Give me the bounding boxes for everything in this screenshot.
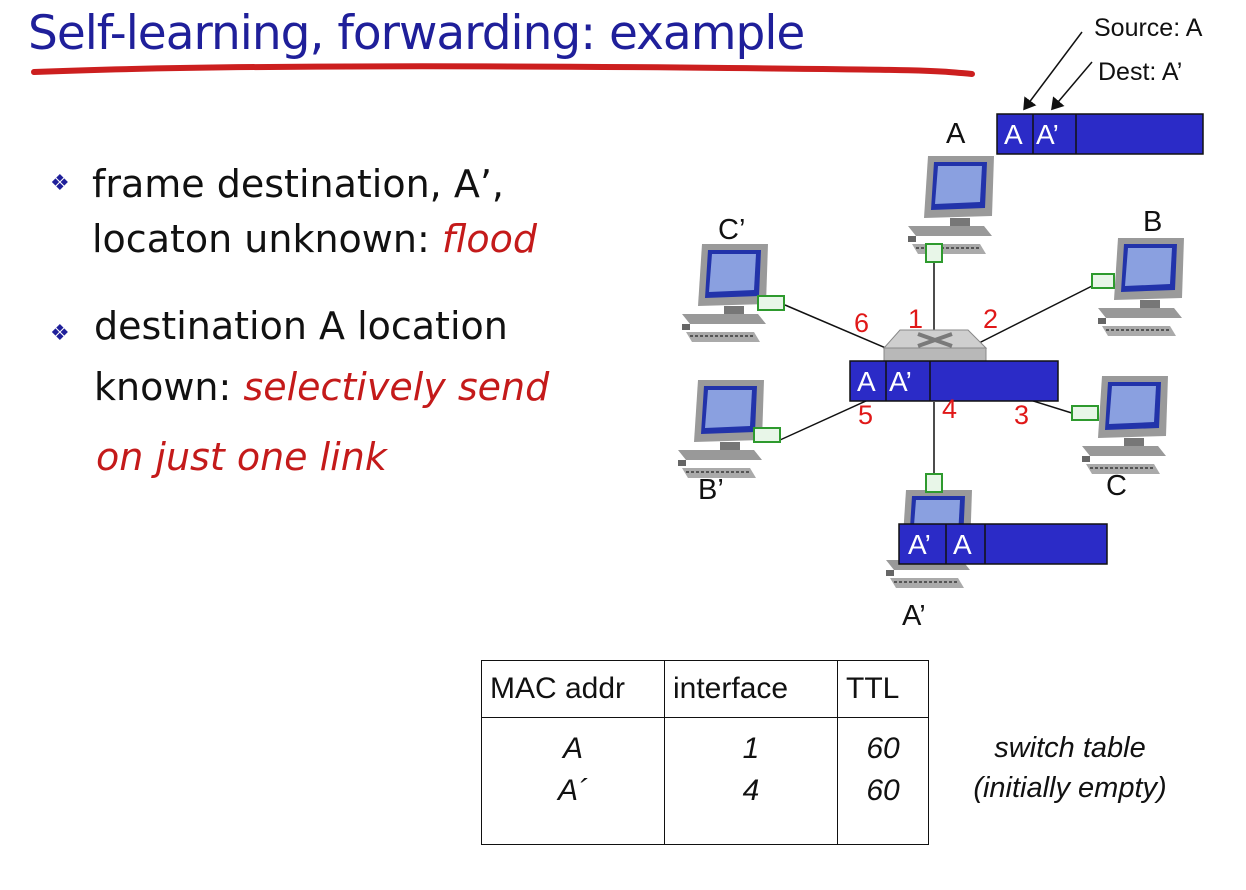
host-label-c: C <box>1106 470 1127 502</box>
frame-bottom-src: A’ <box>908 529 931 560</box>
port-label-6: 6 <box>854 308 870 338</box>
table-row: A´ 4 60 <box>481 774 929 845</box>
computer-icon <box>907 155 995 255</box>
port-label-4: 4 <box>942 394 958 424</box>
dest-annotation: Dest: A’ <box>1098 58 1183 86</box>
host-label-b: B <box>1143 206 1163 238</box>
frame-bottom-dst: A <box>953 529 972 560</box>
computer-icon <box>681 243 769 343</box>
frame-top-dst: A’ <box>1036 119 1059 150</box>
cell-interface: 1 <box>664 717 838 774</box>
host-label-c-prime: C’ <box>718 214 746 246</box>
caption-line-2: (initially empty) <box>973 772 1167 804</box>
switch-table: MAC addr interface TTL A 1 60 A´ 4 60 <box>481 660 929 845</box>
dest-arrow <box>1051 61 1093 111</box>
header-mac: MAC addr <box>481 660 665 718</box>
source-arrow <box>1023 31 1083 111</box>
computer-icon <box>677 379 765 479</box>
cell-interface: 4 <box>664 774 838 845</box>
caption-line-1: switch table <box>994 732 1146 764</box>
switch-icon <box>882 329 988 365</box>
cell-ttl: 60 <box>837 774 929 845</box>
computer-icon <box>1081 375 1169 475</box>
frame-top-src: A <box>1004 119 1023 150</box>
frame-switch-dst: A’ <box>889 366 912 397</box>
frame-switch-src: A <box>857 366 876 397</box>
port-label-5: 5 <box>858 400 874 430</box>
host-label-a: A <box>946 118 966 150</box>
host-label-a-prime: A’ <box>902 600 926 632</box>
table-row: A 1 60 <box>481 717 929 774</box>
link-port-6 <box>784 304 896 353</box>
frame-top <box>996 113 1204 155</box>
switch-table-caption: switch table (initially empty) <box>955 728 1185 808</box>
cell-mac: A <box>481 717 665 774</box>
source-annotation: Source: A <box>1094 14 1203 42</box>
port-label-3: 3 <box>1014 400 1030 430</box>
header-ttl: TTL <box>837 660 929 718</box>
port-label-1: 1 <box>908 304 924 334</box>
table-header-row: MAC addr interface TTL <box>481 660 929 718</box>
host-label-b-prime: B’ <box>698 474 724 506</box>
cell-ttl: 60 <box>837 717 929 774</box>
header-interface: interface <box>664 660 838 718</box>
cell-mac: A´ <box>481 774 665 845</box>
port-label-2: 2 <box>983 304 999 334</box>
